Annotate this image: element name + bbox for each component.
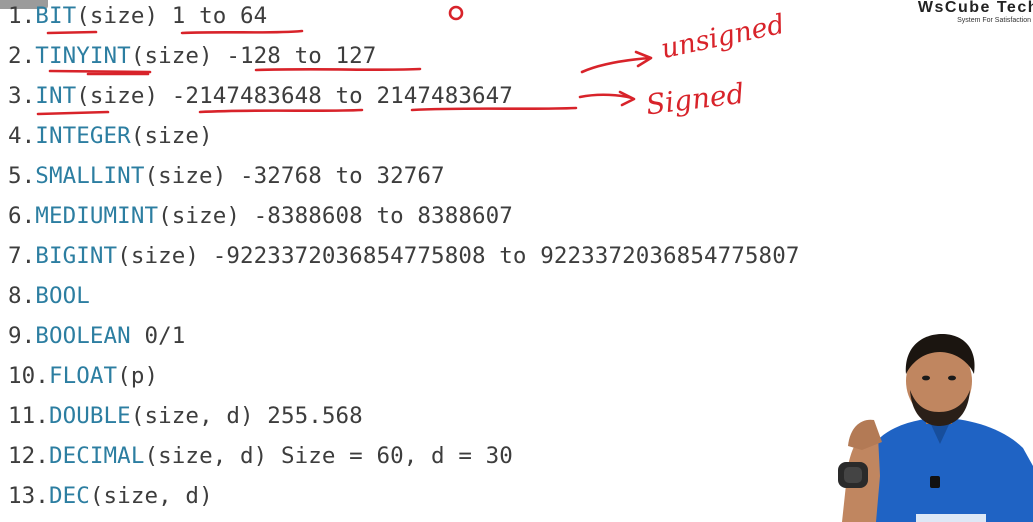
item-number: 8. xyxy=(8,283,36,309)
item-number: 13. xyxy=(8,483,49,509)
datatype-keyword: BOOLEAN xyxy=(35,323,131,349)
item-number: 10. xyxy=(8,363,49,389)
list-item: 10.FLOAT(p) xyxy=(8,356,158,396)
datatype-detail: (size) -2147483648 to 2147483647 xyxy=(76,83,513,109)
list-item: 9.BOOLEAN 0/1 xyxy=(8,316,185,356)
datatype-detail: 0/1 xyxy=(130,323,186,349)
handwritten-unsigned: unsigned xyxy=(658,9,787,65)
handwritten-signed: Signed xyxy=(644,77,746,122)
datatype-keyword: TINYINT xyxy=(35,43,131,69)
item-number: 12. xyxy=(8,443,49,469)
list-item: 3.INT(size) -2147483648 to 2147483647 xyxy=(8,76,513,116)
item-number: 2. xyxy=(8,43,36,69)
item-number: 1. xyxy=(8,3,36,29)
datatype-detail: (p) xyxy=(117,363,159,389)
datatype-detail: (size) -32768 to 32767 xyxy=(144,163,445,189)
datatype-detail: (size, d) Size = 60, d = 30 xyxy=(144,443,513,469)
item-number: 4. xyxy=(8,123,36,149)
item-number: 6. xyxy=(8,203,36,229)
datatype-keyword: INTEGER xyxy=(35,123,131,149)
datatype-detail: (size, d) 255.568 xyxy=(130,403,363,429)
ink-dot xyxy=(448,5,464,21)
datatype-keyword: BIGINT xyxy=(35,243,118,269)
list-item: 13.DEC(size, d) xyxy=(8,476,213,516)
item-number: 11. xyxy=(8,403,49,429)
datatype-keyword: BOOL xyxy=(35,283,90,309)
datatype-detail: (size) xyxy=(130,123,213,149)
datatype-keyword: DECIMAL xyxy=(48,443,145,469)
list-item: 4.INTEGER(size) xyxy=(8,116,213,156)
datatype-keyword: SMALLINT xyxy=(35,163,145,189)
datatype-keyword: DEC xyxy=(48,483,90,509)
datatype-keyword: DOUBLE xyxy=(48,403,131,429)
arrow-to-signed xyxy=(578,90,636,107)
datatype-keyword: BIT xyxy=(35,3,77,29)
presenter-video xyxy=(818,326,1033,522)
datatype-detail: (size) 1 to 64 xyxy=(76,3,268,29)
datatype-detail: (size) -9223372036854775808 to 922337203… xyxy=(117,243,800,269)
item-number: 3. xyxy=(8,83,36,109)
item-number: 5. xyxy=(8,163,36,189)
brand-name: WsCube Tech xyxy=(917,0,1033,16)
list-item: 11.DOUBLE(size, d) 255.568 xyxy=(8,396,363,436)
brand-logo: WsCube Tech System For Satisfaction xyxy=(873,0,1033,26)
list-item: 8.BOOL xyxy=(8,276,90,316)
list-item: 7.BIGINT(size) -9223372036854775808 to 9… xyxy=(8,236,800,276)
datatype-keyword: MEDIUMINT xyxy=(35,203,159,229)
list-item: 5.SMALLINT(size) -32768 to 32767 xyxy=(8,156,445,196)
list-item: 6.MEDIUMINT(size) -8388608 to 8388607 xyxy=(8,196,513,236)
datatype-detail: (size, d) xyxy=(89,483,213,509)
brand-tagline: System For Satisfaction xyxy=(957,17,1031,24)
datatype-detail: (size) -8388608 to 8388607 xyxy=(158,203,513,229)
list-item: 1.BIT(size) 1 to 64 xyxy=(8,0,267,36)
item-number: 7. xyxy=(8,243,36,269)
slide: WsCube Tech System For Satisfaction 1.BI… xyxy=(0,0,1033,522)
datatype-detail: (size) -128 to 127 xyxy=(130,43,377,69)
item-number: 9. xyxy=(8,323,36,349)
lapel-mic-icon xyxy=(930,476,940,488)
list-item: 12.DECIMAL(size, d) Size = 60, d = 30 xyxy=(8,436,513,476)
datatype-keyword: INT xyxy=(35,83,77,109)
list-item: 2.TINYINT(size) -128 to 127 xyxy=(8,36,376,76)
datatype-keyword: FLOAT xyxy=(48,363,118,389)
arrow-to-unsigned xyxy=(580,50,653,74)
